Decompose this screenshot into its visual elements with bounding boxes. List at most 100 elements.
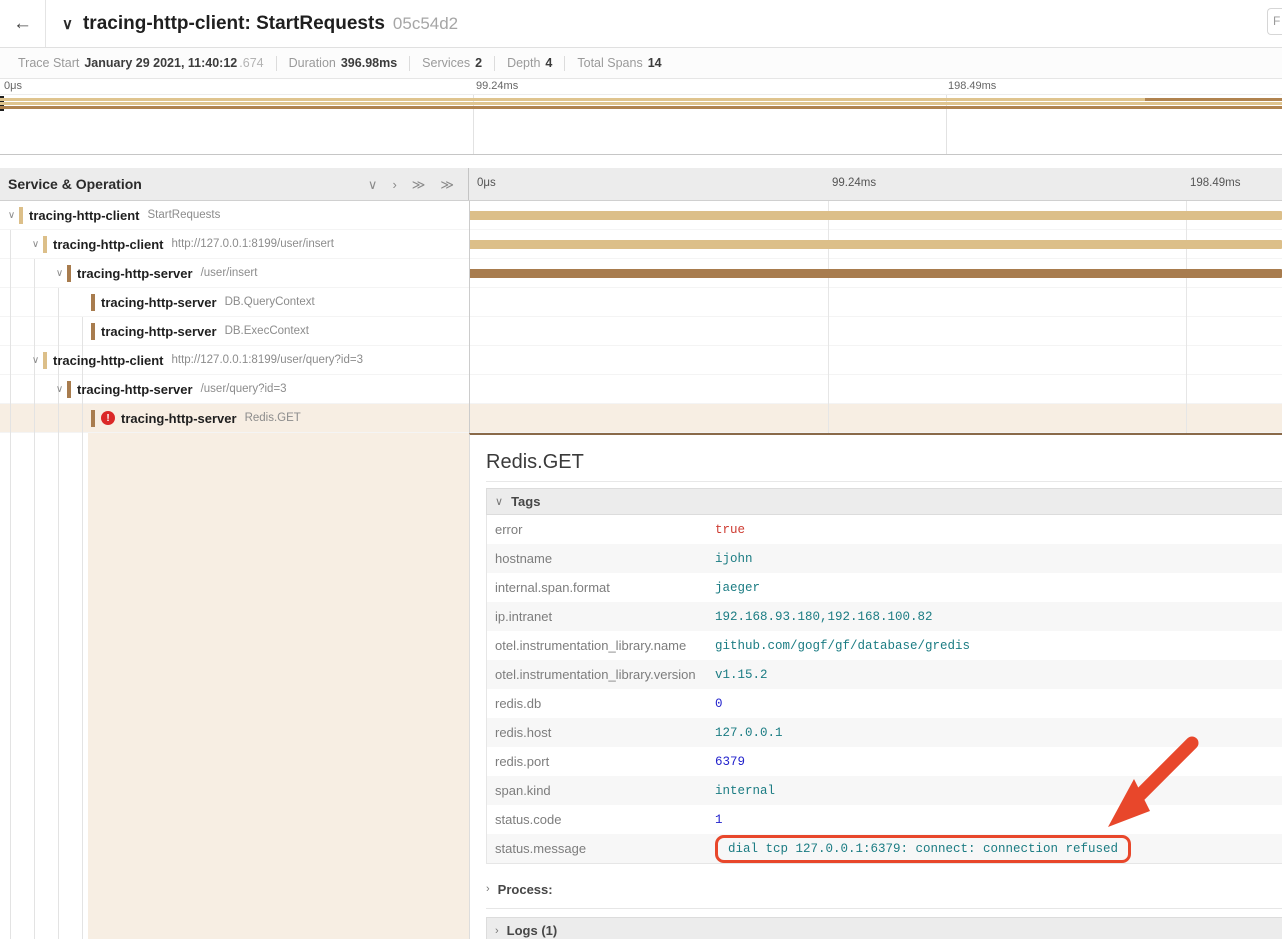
trace-id: 05c54d2 [393, 14, 458, 34]
tag-key: otel.instrumentation_library.name [487, 638, 715, 653]
tag-row: otel.instrumentation_library.versionv1.1… [487, 660, 1282, 689]
summary-label: Duration [289, 56, 336, 70]
tags-accordion-header[interactable]: ∨ Tags [486, 488, 1282, 515]
span-row[interactable]: tracing-http-serverDB.ExecContext [0, 317, 1282, 346]
span-bar-area [469, 201, 1282, 229]
chevron-down-icon[interactable]: ∨ [28, 355, 43, 366]
tag-value: 127.0.0.1 [715, 726, 783, 740]
tag-value-text: v1.15.2 [715, 668, 768, 682]
summary-value: 4 [545, 56, 552, 70]
summary-label: Total Spans [577, 56, 642, 70]
span-color-swatch [19, 207, 23, 224]
tag-value-text: 0 [715, 697, 723, 711]
tag-key: redis.db [487, 696, 715, 711]
summary-label: Services [422, 56, 470, 70]
span-rows: ∨tracing-http-clientStartRequests∨tracin… [0, 201, 1282, 433]
span-bar-area [469, 346, 1282, 374]
operation-name: DB.ExecContext [225, 325, 309, 337]
logs-accordion-label: Logs (1) [507, 923, 558, 938]
column-resizer[interactable] [469, 201, 470, 433]
summary-value: 2 [475, 56, 482, 70]
tag-value: 1 [715, 813, 723, 827]
span-row[interactable]: !tracing-http-serverRedis.GET [0, 404, 1282, 433]
timeline-header: Service & Operation ∨›≫≫ 0μs99.24ms198.4… [0, 168, 1282, 201]
service-operation-heading: Service & Operation [8, 176, 142, 192]
span-row[interactable]: tracing-http-server DB.QueryContext [0, 288, 1282, 317]
service-name: tracing-http-server [77, 382, 193, 397]
trace-minimap[interactable]: 0μs99.24ms198.49ms [0, 79, 1282, 155]
tag-value: 6379 [715, 755, 745, 769]
tag-value-text: jaeger [715, 581, 760, 595]
span-row-name: ∨tracing-http-clientStartRequests [0, 201, 469, 229]
tag-key: internal.span.format [487, 580, 715, 595]
tag-key: span.kind [487, 783, 715, 798]
summary-value: 396.98ms [341, 56, 397, 70]
tag-value-text: ijohn [715, 552, 753, 566]
divider [486, 481, 1282, 482]
timeline-header-left: Service & Operation ∨ › ≫ ≫ [0, 168, 469, 200]
summary-item: Duration 396.98ms [276, 56, 410, 71]
tag-row: redis.host127.0.0.1 [487, 718, 1282, 747]
minimap-tick-labels: 0μs99.24ms198.49ms [0, 79, 1282, 94]
minimap-tick-label: 99.24ms [476, 80, 518, 92]
span-bar-area [469, 259, 1282, 287]
tag-row: status.code1 [487, 805, 1282, 834]
span-color-swatch [43, 352, 47, 369]
summary-value: January 29 2021, 11:40:12 [84, 56, 237, 70]
tag-value-text: github.com/gogf/gf/database/gredis [715, 639, 970, 653]
chevron-down-icon[interactable]: ∨ [52, 384, 67, 395]
span-row[interactable]: ∨tracing-http-server/user/query?id=3 [0, 375, 1282, 404]
tag-row: otel.instrumentation_library.namegithub.… [487, 631, 1282, 660]
minimap-tick-label: 0μs [4, 80, 22, 92]
logs-accordion-header[interactable]: › Logs (1) [486, 917, 1282, 939]
span-color-swatch [43, 236, 47, 253]
service-name: tracing-http-server [101, 295, 217, 310]
tag-value: dial tcp 127.0.0.1:6379: connect: connec… [715, 835, 1131, 863]
process-accordion-label: Process: [498, 882, 553, 897]
tags-table: errortruehostnameijohninternal.span.form… [486, 515, 1282, 864]
tag-value: internal [715, 784, 775, 798]
operation-name: StartRequests [148, 209, 221, 221]
span-row-name: ∨tracing-http-clienthttp://127.0.0.1:819… [0, 230, 469, 258]
chevron-right-icon: › [486, 883, 490, 895]
highlighted-tag-value: dial tcp 127.0.0.1:6379: connect: connec… [715, 835, 1131, 863]
span-row[interactable]: ∨tracing-http-clienthttp://127.0.0.1:819… [0, 230, 1282, 259]
operation-name: http://127.0.0.1:8199/user/query?id=3 [172, 354, 364, 366]
process-accordion-header[interactable]: › Process: [486, 876, 1282, 902]
tag-value: ijohn [715, 552, 753, 566]
expand-one-icon[interactable]: › [392, 178, 396, 191]
chevron-down-icon[interactable]: ∨ [4, 210, 19, 221]
span-bar-area [469, 404, 1282, 432]
span-color-swatch [91, 323, 95, 340]
chevron-down-icon[interactable]: ∨ [62, 15, 73, 33]
summary-item: Trace StartJanuary 29 2021, 11:40:12.674 [6, 56, 276, 71]
operation-name: DB.QueryContext [225, 296, 315, 308]
summary-label: Trace Start [18, 56, 79, 70]
collapse-all-icon[interactable]: ≫ [412, 178, 426, 191]
selected-row-fill [88, 433, 469, 939]
chevron-down-icon[interactable]: ∨ [28, 239, 43, 250]
span-row[interactable]: ∨ tracing-http-client http://127.0.0.1:819… [0, 346, 1282, 375]
tag-row: redis.port6379 [487, 747, 1282, 776]
chevron-down-icon[interactable]: ∨ [52, 268, 67, 279]
tag-key: status.code [487, 812, 715, 827]
span-duration-bar [469, 269, 1282, 278]
collapse-one-icon[interactable]: ∨ [368, 178, 378, 191]
timeline-tick-label: 99.24ms [832, 177, 876, 189]
tag-value: v1.15.2 [715, 668, 768, 682]
tag-value-text: 192.168.93.180,192.168.100.82 [715, 610, 933, 624]
tag-value: jaeger [715, 581, 760, 595]
cropped-header-control[interactable]: F [1267, 8, 1282, 35]
expand-all-icon[interactable]: ≫ [440, 178, 454, 191]
timeline-tick-label: 198.49ms [1190, 177, 1241, 189]
tag-value: github.com/gogf/gf/database/gredis [715, 639, 970, 653]
minimap-canvas[interactable] [0, 94, 1282, 154]
span-detail-left-column [0, 433, 469, 939]
span-row[interactable]: ∨tracing-http-server/user/insert [0, 259, 1282, 288]
back-button[interactable]: ← [0, 0, 46, 47]
span-row[interactable]: ∨tracing-http-clientStartRequests [0, 201, 1282, 230]
tag-key: otel.instrumentation_library.version [487, 667, 715, 682]
service-name: tracing-http-client [53, 353, 164, 368]
summary-value: 14 [648, 56, 662, 70]
operation-name: Redis.GET [245, 412, 301, 424]
